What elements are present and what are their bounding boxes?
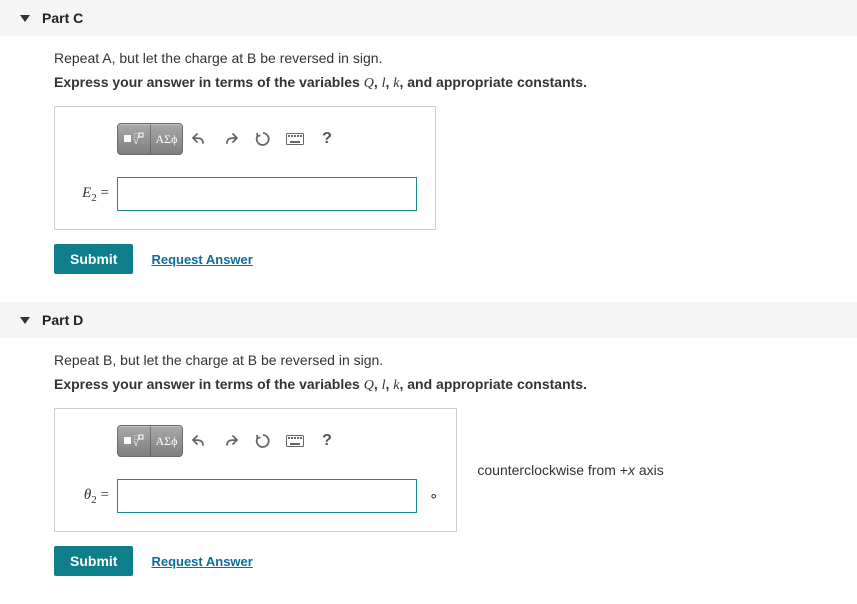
templates-button[interactable]: □ √ [118,426,150,456]
request-answer-link[interactable]: Request Answer [151,554,252,569]
templates-icon: □ √ [124,433,144,449]
toolbar-aux: ? [183,426,343,456]
undo-button[interactable] [183,124,215,154]
help-button[interactable]: ? [311,124,343,154]
submit-button[interactable]: Submit [54,546,133,576]
express-prefix: Express your answer in terms of the vari… [54,74,364,90]
equation-toolbar: □ √ ΑΣϕ [117,425,438,457]
templates-icon: □ √ [124,131,144,147]
symbols-label: ΑΣϕ [156,132,178,147]
redo-button[interactable] [215,124,247,154]
part-d-answer-area: □ √ ΑΣϕ [54,408,837,532]
var-l: l [382,76,386,91]
part-d-header[interactable]: Part D [0,302,857,338]
lhs-symbol: E [82,185,91,201]
symbols-button[interactable]: ΑΣϕ [150,426,182,456]
part-c-answer-area: □ √ ΑΣϕ [54,106,837,230]
part-c-body: Repeat A, but let the charge at B be rev… [0,36,857,282]
undo-icon [191,433,207,449]
part-d-actions: Submit Request Answer [54,546,837,576]
undo-button[interactable] [183,426,215,456]
reset-button[interactable] [247,124,279,154]
request-answer-link[interactable]: Request Answer [151,252,252,267]
part-d-body: Repeat B, but let the charge at B be rev… [0,338,857,584]
part-c-answer-input[interactable] [117,177,417,211]
help-button[interactable]: ? [311,426,343,456]
part-d-answer-box: □ √ ΑΣϕ [54,408,457,532]
equation-toolbar: □ √ ΑΣϕ [117,123,417,155]
var-l: l [382,378,386,393]
keyboard-button[interactable] [279,124,311,154]
var-Q: Q [364,76,374,91]
keyboard-icon [286,133,304,145]
express-suffix: , and appropriate constants. [399,376,586,392]
unit-degree: ∘ [429,487,438,505]
part-d-title: Part D [42,312,83,328]
keyboard-icon [286,435,304,447]
part-c-express: Express your answer in terms of the vari… [54,74,837,92]
part-d-trailing: counterclockwise from +x axis [477,462,663,478]
toolbar-group: □ √ ΑΣϕ [117,425,183,457]
reset-button[interactable] [247,426,279,456]
lhs-subscript: 2 [91,494,97,506]
redo-icon [223,433,239,449]
part-d-instruction: Repeat B, but let the charge at B be rev… [54,352,837,368]
reset-icon [255,131,271,147]
part-c-input-row: E2 = [73,177,417,211]
part-c-lhs: E2 = [73,185,109,204]
part-d-lhs: θ2 = [73,487,109,506]
caret-down-icon [20,15,30,22]
undo-icon [191,131,207,147]
part-d-answer-input[interactable] [117,479,417,513]
caret-down-icon [20,317,30,324]
part-d-section: Part D Repeat B, but let the charge at B… [0,302,857,584]
part-c-section: Part C Repeat A, but let the charge at B… [0,0,857,282]
part-d-express: Express your answer in terms of the vari… [54,376,837,394]
redo-button[interactable] [215,426,247,456]
express-suffix: , and appropriate constants. [399,74,586,90]
submit-button[interactable]: Submit [54,244,133,274]
var-Q: Q [364,378,374,393]
redo-icon [223,131,239,147]
toolbar-aux: ? [183,124,343,154]
keyboard-button[interactable] [279,426,311,456]
trailing-pre: counterclockwise from + [477,462,628,478]
express-prefix: Express your answer in terms of the vari… [54,376,364,392]
part-d-input-row: θ2 = ∘ [73,479,438,513]
trailing-post: axis [635,462,664,478]
symbols-button[interactable]: ΑΣϕ [150,124,182,154]
templates-button[interactable]: □ √ [118,124,150,154]
lhs-subscript: 2 [91,192,97,204]
toolbar-group: □ √ ΑΣϕ [117,123,183,155]
part-c-title: Part C [42,10,83,26]
trailing-var: x [628,462,635,478]
symbols-label: ΑΣϕ [156,434,178,449]
part-c-actions: Submit Request Answer [54,244,837,274]
part-c-header[interactable]: Part C [0,0,857,36]
reset-icon [255,433,271,449]
part-c-instruction: Repeat A, but let the charge at B be rev… [54,50,837,66]
part-c-answer-box: □ √ ΑΣϕ [54,106,436,230]
